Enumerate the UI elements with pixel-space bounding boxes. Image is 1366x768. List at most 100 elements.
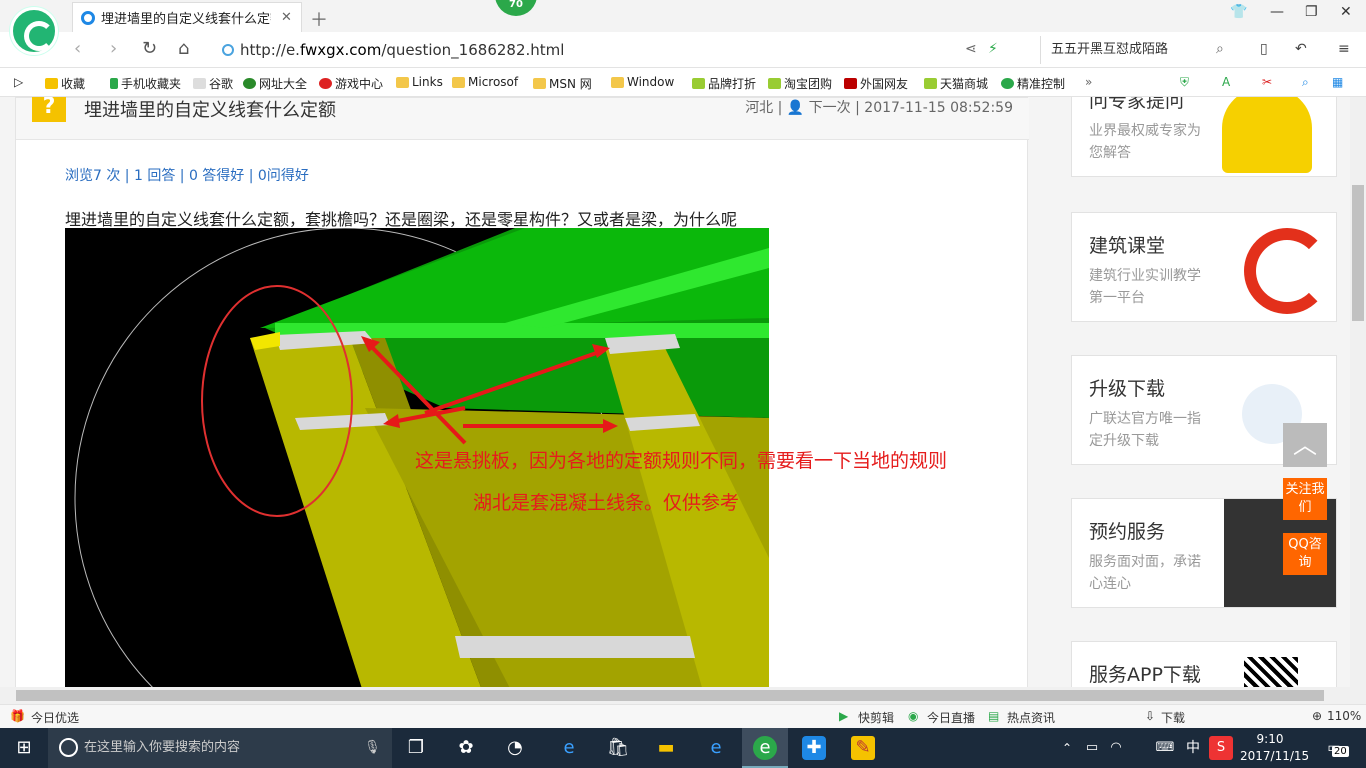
ime-mode[interactable]: 中 <box>1181 736 1205 760</box>
bookmark-foreign[interactable]: 外国网友 <box>844 75 908 92</box>
sidebar-card-expert[interactable]: 问专家提问 业界最权威专家为您解答 <box>1071 97 1337 177</box>
app-notes-icon[interactable]: ✎ <box>851 736 875 760</box>
status-item-0[interactable]: 快剪辑 <box>858 709 894 726</box>
bookmark-tmall[interactable]: 天猫商城 <box>924 75 988 92</box>
maximize-button[interactable]: ❐ <box>1305 4 1318 20</box>
video-edit-icon[interactable]: ▶ <box>839 709 848 723</box>
search-box[interactable]: 五五开黑互怼成陌路 <box>1040 36 1240 64</box>
speed-mode-icon[interactable]: ⚡ <box>988 41 998 57</box>
mobile-icon[interactable]: ▯ <box>1260 41 1268 57</box>
bookmark-favorites[interactable]: 收藏 <box>45 75 85 92</box>
card-title: 建筑课堂 <box>1089 235 1166 257</box>
home-icon[interactable]: ⌂ <box>178 38 189 59</box>
question-mark-icon: ? <box>32 97 66 122</box>
close-tab-icon[interactable]: ✕ <box>281 10 292 25</box>
browser-logo-icon[interactable] <box>10 7 58 55</box>
question-stats[interactable]: 浏览7 次 | 1 回答 | 0 答得好 | 0问得好 <box>65 165 309 185</box>
status-today-picks[interactable]: 今日优选 <box>31 709 79 726</box>
score-badge[interactable]: 70 <box>495 0 537 16</box>
tray-device-icon[interactable]: ▭ <box>1080 736 1104 760</box>
status-item-2[interactable]: 热点资讯 <box>1007 709 1055 726</box>
bookmark-taobao[interactable]: 淘宝团购 <box>768 75 832 92</box>
close-window-button[interactable]: ✕ <box>1340 4 1352 20</box>
sidebar-card-app[interactable]: 服务APP下载 <box>1071 641 1337 687</box>
file-explorer-icon[interactable]: ▬ <box>654 736 678 760</box>
title-bar: 埋进墙里的自定义线套什么定额 ✕ ＋ 70 👕 — ❐ ✕ <box>0 0 1366 32</box>
ie-favicon-icon <box>81 10 95 25</box>
store-icon[interactable]: 🛍 <box>606 736 630 760</box>
tab-active[interactable]: 埋进墙里的自定义线套什么定额 ✕ <box>72 2 302 32</box>
card-title: 升级下载 <box>1089 378 1166 400</box>
sidebar-toggle-icon[interactable]: ▷ <box>14 75 23 89</box>
bookmark-links[interactable]: Links <box>396 75 443 89</box>
navigation-bar: ‹ › ↻ ⌂ http://e.fwxgx.com/question_1686… <box>0 32 1366 68</box>
vertical-scrollbar[interactable] <box>1350 97 1366 687</box>
address-bar[interactable]: http://e.fwxgx.com/question_1686282.html <box>222 36 1030 64</box>
bookmark-mobile[interactable]: 手机收藏夹 <box>110 75 181 92</box>
undo-icon[interactable]: ↶ <box>1295 41 1307 57</box>
clock-date: 2017/11/15 <box>1240 749 1310 763</box>
clock-time: 9:10 <box>1256 732 1284 746</box>
follow-us-button[interactable]: 关注我们 <box>1283 478 1327 520</box>
shield-icon[interactable]: ⛨ <box>1180 75 1189 90</box>
tray-expand-icon[interactable]: ⌃ <box>1055 736 1079 760</box>
grid-icon[interactable]: ▦ <box>1332 75 1343 89</box>
qq-consult-button[interactable]: QQ咨询 <box>1283 533 1327 575</box>
share-icon[interactable]: ⋖ <box>965 41 977 57</box>
bookmark-daquan[interactable]: 网址大全 <box>243 75 307 92</box>
site-security-icon[interactable] <box>222 44 234 56</box>
zoom-level[interactable]: 110% <box>1327 709 1361 723</box>
ie-icon[interactable]: e <box>704 736 728 760</box>
windows-start-icon[interactable]: ⊞ <box>12 736 36 760</box>
skin-icon[interactable]: 👕 <box>1230 4 1247 20</box>
edge-icon[interactable]: e <box>557 736 581 760</box>
app-blue-icon[interactable]: ✚ <box>802 736 826 760</box>
taskbar-search-placeholder: 在这里输入你要搜索的内容 <box>84 740 241 755</box>
scroll-thumb[interactable] <box>16 690 1324 701</box>
new-tab-button[interactable]: ＋ <box>310 6 328 32</box>
taskbar-search[interactable]: 在这里输入你要搜索的内容 🎙 <box>48 728 392 768</box>
download-icon[interactable]: ⇩ <box>1145 709 1155 723</box>
sogou-ime-icon[interactable]: S <box>1209 736 1233 760</box>
tab-title: 埋进墙里的自定义线套什么定额 <box>101 12 271 27</box>
bookmark-games[interactable]: 游戏中心 <box>319 75 383 92</box>
bookmark-precise[interactable]: 精准控制 <box>1001 75 1065 92</box>
browser-task-icon[interactable]: e <box>753 736 777 760</box>
forward-icon[interactable]: › <box>110 38 117 59</box>
question-meta[interactable]: 河北 | 👤 下一次 | 2017-11-15 08:52:59 <box>745 97 1013 117</box>
scissors-icon[interactable]: ✂ <box>1262 75 1272 89</box>
taskbar-clock[interactable]: 9:10 2017/11/15 <box>1240 731 1310 765</box>
sidebar-card-classroom[interactable]: 建筑课堂 建筑行业实训教学第一平台 <box>1071 212 1337 322</box>
refresh-icon[interactable]: ↻ <box>142 38 157 59</box>
menu-icon[interactable]: ≡ <box>1338 41 1350 57</box>
translate-icon[interactable]: A <box>1222 75 1230 89</box>
app-swirl-icon[interactable]: ◔ <box>503 736 527 760</box>
status-item-1[interactable]: 今日直播 <box>927 709 975 726</box>
horizontal-scrollbar[interactable] <box>0 687 1366 704</box>
bookmark-windows[interactable]: Window <box>611 75 674 89</box>
bookmark-microsoft[interactable]: Microsof <box>452 75 518 89</box>
more-bookmarks-icon[interactable]: » <box>1085 75 1092 89</box>
bookmark-brand[interactable]: 品牌打折 <box>692 75 756 92</box>
wifi-icon[interactable]: ◠ <box>1104 736 1128 760</box>
zoom-icon[interactable]: ⊕ <box>1312 709 1322 723</box>
bookmark-google[interactable]: 谷歌 <box>193 75 233 92</box>
scroll-thumb[interactable] <box>1352 185 1364 321</box>
task-view-icon[interactable]: ❐ <box>404 736 428 760</box>
search-icon[interactable]: ⌕ <box>1216 41 1224 57</box>
app-fan-icon[interactable]: ✿ <box>454 736 478 760</box>
bookmark-msn[interactable]: MSN 网 <box>533 75 592 92</box>
minimize-button[interactable]: — <box>1270 4 1284 20</box>
live-icon[interactable]: ◉ <box>908 709 918 723</box>
keyboard-icon[interactable]: ⌨ <box>1153 736 1177 760</box>
url-text[interactable]: http://e.fwxgx.com/question_1686282.html <box>240 41 564 59</box>
gift-icon[interactable]: 🎁 <box>10 709 25 723</box>
card-desc: 广联达官方唯一指定升级下载 <box>1089 411 1201 449</box>
back-icon[interactable]: ‹ <box>74 38 81 59</box>
search-tool-icon[interactable]: ⌕ <box>1302 75 1309 90</box>
question-box: ? 埋进墙里的自定义线套什么定额 河北 | 👤 下一次 | 2017-11-15… <box>15 97 1029 687</box>
back-to-top-button[interactable]: ︿ <box>1283 423 1327 467</box>
microphone-icon[interactable]: 🎙 <box>364 728 381 768</box>
news-icon[interactable]: ▤ <box>988 709 999 723</box>
status-item-3[interactable]: 下载 <box>1161 709 1185 726</box>
